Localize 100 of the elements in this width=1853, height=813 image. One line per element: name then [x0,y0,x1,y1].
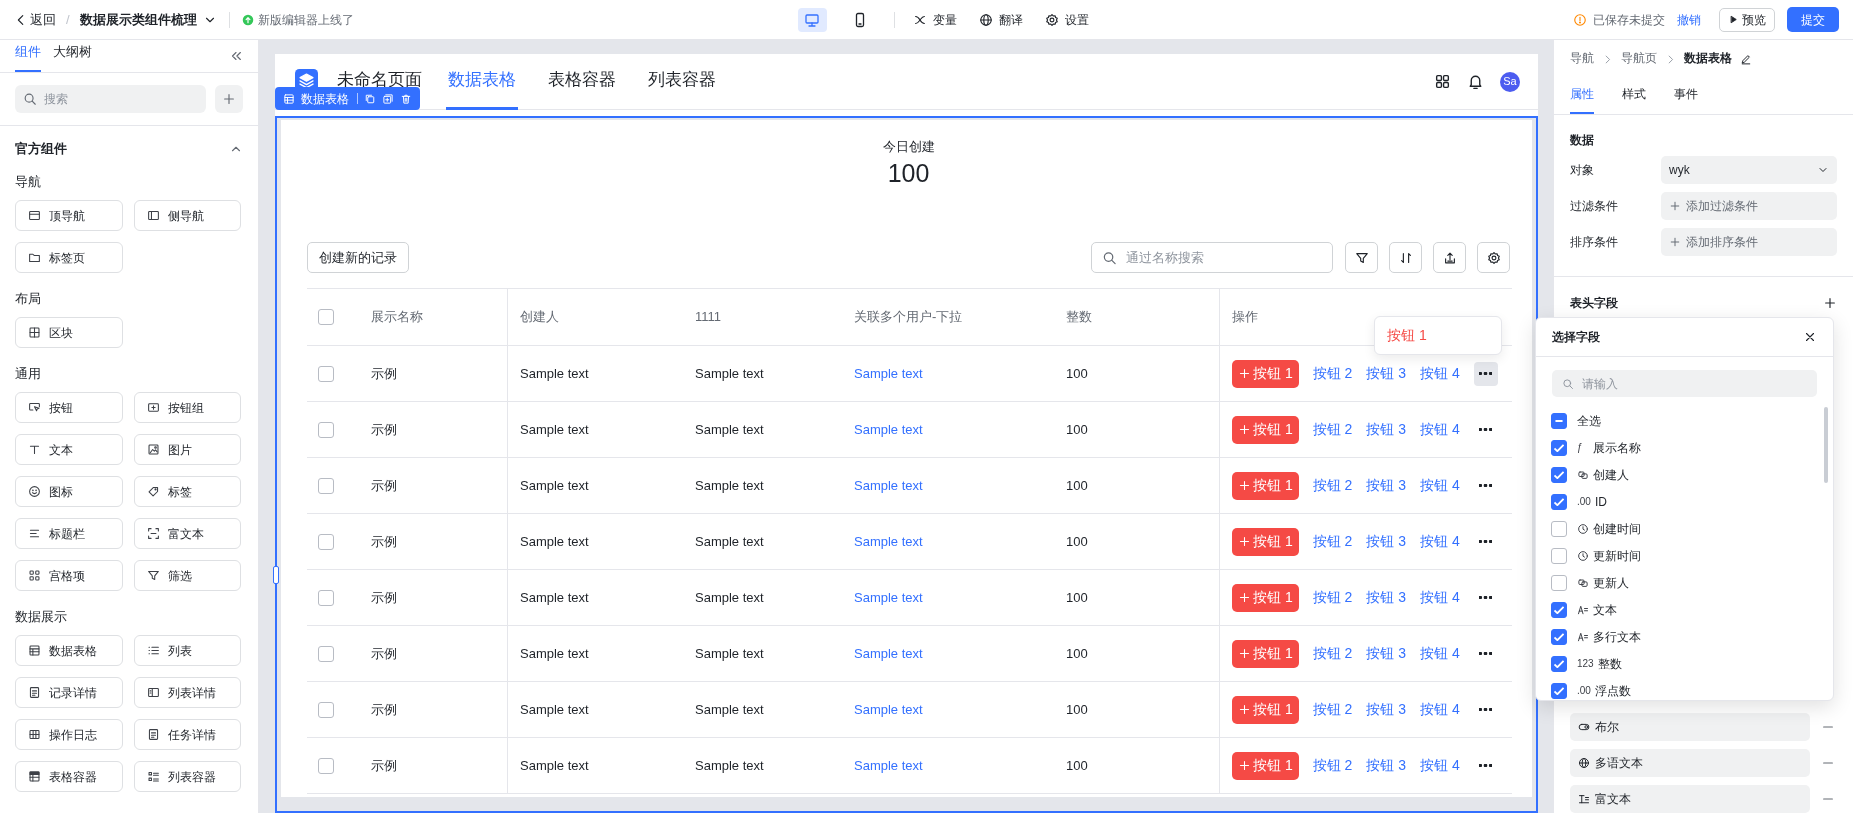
table-link[interactable]: Sample text [854,531,923,552]
row-action-link[interactable]: 按钮 2 [1312,587,1353,608]
search-field[interactable]: 通过名称搜索 [1091,242,1333,273]
checkbox[interactable] [318,589,334,606]
row-action-link[interactable]: 按钮 2 [1312,363,1353,384]
component-item[interactable]: 按钮组 [134,392,241,423]
table-link[interactable]: Sample text [854,475,923,496]
row-action-link[interactable]: 按钮 4 [1420,475,1460,496]
undo-link[interactable]: 撤销 [1677,10,1701,29]
component-item[interactable]: 区块 [15,317,123,348]
row-action-link[interactable]: 按钮 2 [1312,643,1353,664]
row-action-link[interactable]: 按钮 4 [1420,699,1460,720]
row-action-link[interactable]: 按钮 4 [1420,643,1460,664]
table-link[interactable]: Sample text [854,755,923,776]
component-item[interactable]: 操作日志 [15,719,123,750]
row-action-link[interactable]: 按钮 2 [1312,531,1353,552]
row-action-button[interactable]: 按钮 1 [1232,415,1299,444]
component-item[interactable]: 数据表格 [15,635,123,666]
back-button[interactable]: 返回 [14,9,56,30]
row-action-link[interactable]: 按钮 4 [1420,419,1460,440]
duplicate-icon[interactable] [382,92,394,105]
checkbox[interactable] [318,365,334,382]
resize-handle[interactable] [273,566,279,584]
table-link[interactable]: Sample text [854,699,923,720]
breadcrumb-item[interactable]: 导航页 [1621,48,1657,67]
checkbox[interactable] [318,645,334,662]
component-item[interactable]: 富文本 [134,518,241,549]
checkbox[interactable] [1551,628,1567,645]
component-item[interactable]: 列表容器 [134,761,241,792]
header-field-row[interactable]: 富文本 [1570,785,1810,813]
table-link[interactable]: Sample text [854,643,923,664]
table-link[interactable]: Sample text [854,363,923,384]
component-item[interactable]: 图片 [134,434,241,465]
row-action-link[interactable]: 按钮 3 [1366,699,1407,720]
preview-button[interactable]: 预览 [1719,7,1775,32]
property-tab[interactable]: 事件 [1674,81,1698,114]
row-action-link[interactable]: 按钮 4 [1420,587,1460,608]
search-field[interactable]: 请输入 [1552,370,1817,397]
row-action-link[interactable]: 按钮 4 [1420,755,1460,776]
row-action-link[interactable]: 按钮 3 [1366,475,1407,496]
checkbox[interactable] [1551,520,1567,537]
row-action-link[interactable]: 按钮 2 [1312,419,1353,440]
object-select[interactable]: wyk [1661,156,1837,184]
row-action-link[interactable]: 按钮 2 [1312,699,1353,720]
export-button[interactable] [1433,242,1466,273]
nav-tab[interactable]: 数据表格 [446,53,518,110]
row-action-link[interactable]: 按钮 4 [1420,363,1460,384]
checkbox[interactable] [318,477,334,494]
row-action-link[interactable]: 按钮 3 [1366,643,1407,664]
row-action-button[interactable]: 按钮 1 [1232,527,1299,556]
checkbox[interactable] [318,757,334,774]
checkbox[interactable] [1551,574,1567,591]
component-item[interactable]: 顶导航 [15,200,123,231]
settings-button[interactable] [1477,242,1510,273]
checkbox[interactable] [1551,547,1567,564]
checkbox[interactable] [1551,439,1567,456]
filter-button[interactable] [1345,242,1378,273]
panel-tab[interactable]: 组件 [15,39,41,72]
table-link[interactable]: Sample text [854,419,923,440]
checkbox[interactable] [1551,682,1567,699]
checkbox[interactable] [1551,412,1567,429]
row-action-link[interactable]: 按钮 3 [1366,755,1407,776]
submit-button[interactable]: 提交 [1787,7,1839,32]
component-item[interactable]: 记录详情 [15,677,123,708]
row-action-button[interactable]: 按钮 1 [1232,471,1299,500]
component-item[interactable]: 标签 [134,476,241,507]
toolbar-button[interactable]: 翻译 [978,10,1023,29]
toolbar-button[interactable]: 变量 [912,10,957,29]
component-item[interactable]: 表格容器 [15,761,123,792]
row-action-button[interactable]: 按钮 1 [1232,639,1299,668]
project-switcher[interactable]: 数据展示类组件梳理 [79,9,217,30]
table-link[interactable]: Sample text [854,587,923,608]
create-record-button[interactable]: 创建新的记录 [307,242,409,273]
pencil-icon[interactable] [1740,52,1752,65]
checkbox[interactable] [1551,493,1567,510]
checkbox[interactable] [318,701,334,718]
copy-icon[interactable] [364,92,376,105]
component-item[interactable]: 筛选 [134,560,241,591]
row-action-link[interactable]: 按钮 3 [1366,587,1407,608]
search-field[interactable]: 搜索 [15,85,206,113]
row-action-link[interactable]: 按钮 3 [1366,363,1407,384]
plus-icon[interactable] [1823,296,1837,310]
row-action-link[interactable]: 按钮 2 [1312,475,1353,496]
desktop-view-button[interactable] [797,7,827,32]
bell-icon[interactable] [1467,73,1484,90]
trash-icon[interactable] [400,92,412,105]
close-icon[interactable] [1803,330,1817,344]
component-item[interactable]: 按钮 [15,392,123,423]
property-tab[interactable]: 属性 [1570,81,1594,114]
checkbox[interactable] [1551,466,1567,483]
checkbox[interactable] [318,309,334,325]
header-field-row[interactable]: 多语文本 [1570,749,1810,777]
menu-item[interactable]: 按钮 1 [1387,325,1489,346]
header-field-row[interactable]: 布尔 [1570,713,1810,741]
add-condition-button[interactable]: 添加过滤条件 [1661,192,1837,220]
row-action-link[interactable]: 按钮 3 [1366,419,1407,440]
nav-tab[interactable]: 列表容器 [646,53,718,110]
checkbox[interactable] [1551,655,1567,672]
more-button[interactable] [1473,361,1498,386]
component-item[interactable]: 图标 [15,476,123,507]
